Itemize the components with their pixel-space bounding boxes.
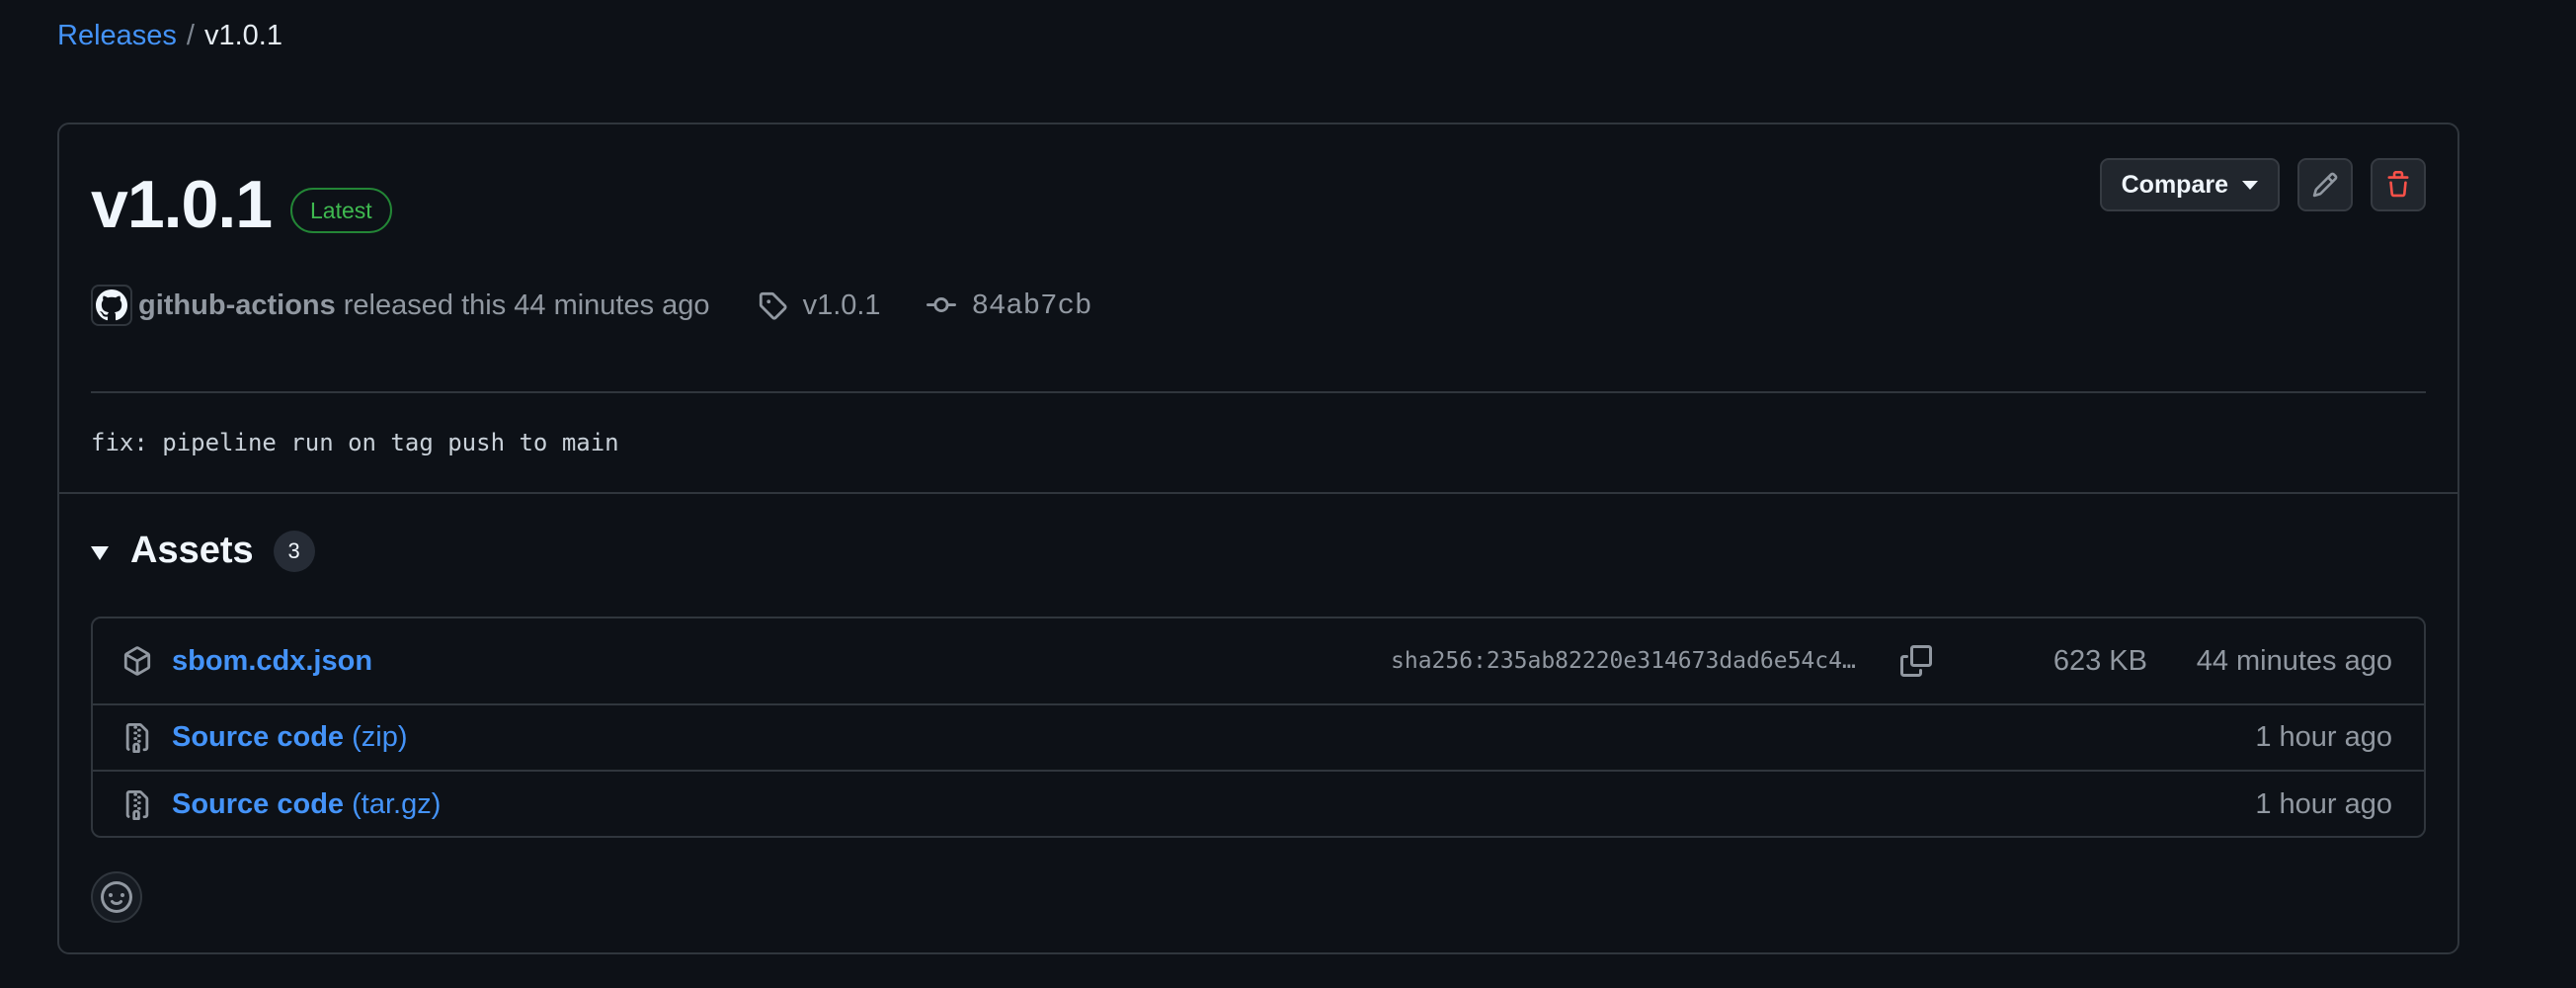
- asset-link[interactable]: sbom.cdx.json: [172, 645, 372, 678]
- breadcrumb-separator: /: [186, 20, 195, 51]
- file-zip-icon: [122, 789, 152, 820]
- author-link[interactable]: github-actions: [138, 289, 336, 322]
- tag-link[interactable]: v1.0.1: [758, 289, 881, 322]
- divider: [59, 492, 2457, 494]
- asset-name-text: sbom.cdx.json: [172, 644, 373, 677]
- asset-link[interactable]: Source code (tar.gz): [172, 788, 441, 821]
- release-meta: github-actions released this 44 minutes …: [91, 285, 1091, 326]
- asset-sha: sha256:235ab82220e314673dad6e54c4…: [1391, 648, 1856, 674]
- asset-name-text: Source code: [172, 721, 345, 753]
- breadcrumb-current: v1.0.1: [203, 20, 282, 51]
- asset-size: 623 KB: [2053, 644, 2147, 677]
- assets-toggle[interactable]: Assets 3: [91, 530, 315, 572]
- smiley-icon: [101, 881, 132, 913]
- file-zip-icon: [122, 722, 152, 753]
- asset-row: sbom.cdx.json sha256:235ab82220e314673da…: [93, 618, 2424, 705]
- asset-ext: (tar.gz): [352, 788, 442, 820]
- asset-time: 1 hour ago: [2255, 788, 2392, 820]
- assets-title: Assets: [130, 530, 254, 571]
- github-mark-icon: [96, 289, 127, 321]
- asset-ext: (zip): [352, 721, 408, 753]
- divider: [91, 391, 2426, 393]
- release-title[interactable]: v1.0.1: [91, 166, 273, 243]
- package-icon: [122, 646, 152, 676]
- asset-row: Source code (zip) 1 hour ago: [93, 705, 2424, 772]
- edit-release-button[interactable]: [2297, 158, 2353, 211]
- copy-icon[interactable]: [1900, 645, 1932, 677]
- pencil-icon: [2312, 172, 2338, 198]
- tag-name: v1.0.1: [802, 288, 881, 321]
- commit-link[interactable]: 84ab7cb: [926, 288, 1092, 322]
- asset-time: 1 hour ago: [2255, 721, 2392, 753]
- commit-sha: 84ab7cb: [971, 288, 1092, 322]
- compare-label: Compare: [2121, 170, 2228, 199]
- asset-time: 44 minutes ago: [2196, 644, 2392, 677]
- delete-release-button[interactable]: [2371, 158, 2426, 211]
- caret-down-icon: [2242, 180, 2258, 190]
- add-reaction-button[interactable]: [91, 871, 142, 923]
- asset-name-text: Source code: [172, 788, 345, 820]
- release-actions: Compare: [2099, 158, 2426, 211]
- release-card: v1.0.1 Latest Compare github-actions rel…: [57, 123, 2459, 954]
- breadcrumb: Releases / v1.0.1: [57, 20, 282, 52]
- asset-link[interactable]: Source code (zip): [172, 721, 408, 754]
- assets-list: sbom.cdx.json sha256:235ab82220e314673da…: [91, 617, 2426, 838]
- trash-icon: [2387, 171, 2409, 198]
- assets-count: 3: [273, 530, 315, 572]
- latest-badge: Latest: [290, 188, 392, 233]
- git-commit-icon: [926, 297, 956, 313]
- asset-row: Source code (tar.gz) 1 hour ago: [93, 772, 2424, 838]
- released-text: released this 44 minutes ago: [343, 288, 710, 321]
- compare-button[interactable]: Compare: [2099, 158, 2280, 211]
- tag-icon: [759, 291, 787, 320]
- breadcrumb-releases-link[interactable]: Releases: [57, 20, 177, 52]
- triangle-down-icon: [91, 545, 109, 560]
- avatar[interactable]: [91, 285, 132, 326]
- release-notes: fix: pipeline run on tag push to main: [91, 429, 619, 456]
